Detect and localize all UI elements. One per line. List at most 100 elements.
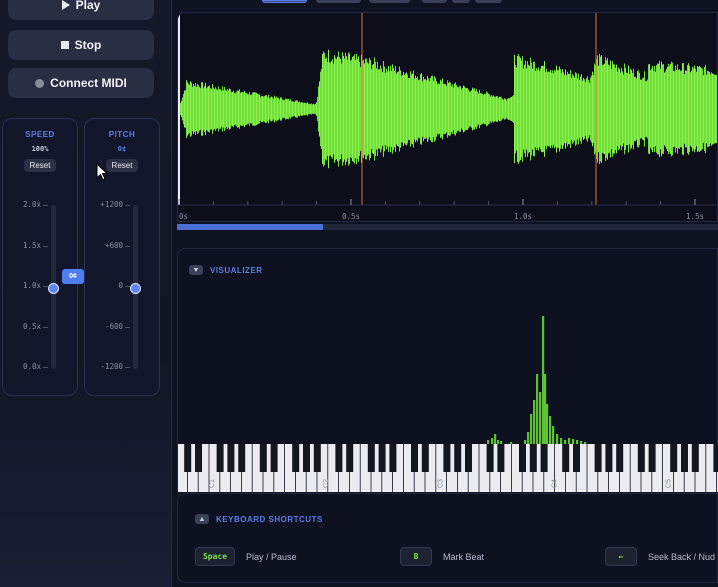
connect-midi-button[interactable]: Connect MIDI	[8, 68, 154, 98]
toolbar-chip-active[interactable]	[262, 0, 307, 3]
pitch-tick-mark	[125, 205, 130, 206]
octave-label: C5	[666, 479, 673, 488]
speed-tick-label: 1.5x	[22, 240, 41, 250]
piano-black-key	[292, 444, 300, 472]
piano-black-key	[303, 444, 310, 472]
spectrum-bar	[568, 438, 571, 444]
stop-button[interactable]: Stop	[8, 30, 154, 60]
pitch-tick-mark	[125, 245, 130, 247]
shortcut-key-space: Space	[195, 547, 235, 566]
piano-black-key	[465, 444, 472, 472]
pitch-tick-mark	[125, 367, 130, 368]
piano-black-key	[378, 444, 386, 472]
pitch-tick-label: +1200	[100, 200, 123, 209]
speed-tick-mark	[43, 205, 48, 206]
speed-tick-label: 0.0x	[22, 362, 41, 371]
speed-panel: SPEED 100% Reset 2.0x 1.5x 1.0x 0.5x 0.0x	[2, 118, 78, 396]
pitch-slider-knob[interactable]	[130, 283, 141, 294]
stop-icon	[60, 41, 69, 49]
piano-black-key	[691, 444, 699, 472]
toolbar-chip[interactable]	[316, 0, 361, 3]
spectrum-bar	[491, 438, 494, 444]
connect-midi-label: Connect MIDI	[50, 76, 127, 90]
piano-black-key	[367, 444, 375, 472]
pitch-tick-label: -600	[104, 321, 123, 331]
waveform-panel[interactable]: 0s 0.5s 1.0s 1.5s	[177, 12, 718, 222]
pitch-tick-label: +600	[104, 240, 123, 250]
spectrum-bar	[564, 440, 567, 444]
piano-black-key	[421, 444, 429, 472]
spectrum-bar	[546, 404, 549, 444]
speed-title: SPEED	[25, 130, 55, 139]
toolbar-chip[interactable]	[422, 0, 447, 3]
toolbar-chip[interactable]	[452, 0, 470, 3]
spectrum-bar	[527, 432, 530, 444]
piano-black-key	[605, 444, 613, 472]
pitch-badge: 0¢	[62, 269, 84, 284]
left-sidebar: Play Stop Connect MIDI SPEED 100% Reset …	[0, 0, 172, 587]
spectrum-bar	[524, 440, 527, 444]
speed-tick-mark	[43, 286, 48, 287]
piano-black-key	[389, 444, 397, 472]
speed-tick-mark	[43, 326, 48, 328]
pitch-value: 0¢	[117, 145, 127, 153]
pitch-reset-button[interactable]: Reset	[106, 159, 138, 172]
mouse-cursor-icon	[96, 163, 108, 181]
piano-black-key	[616, 444, 624, 472]
piano-black-key	[313, 444, 321, 472]
time-label: 1.0s	[514, 212, 532, 221]
speed-tick-mark	[43, 367, 48, 368]
piano-black-key	[713, 444, 718, 472]
stop-button-label: Stop	[74, 38, 102, 52]
spectrum-bar	[539, 392, 542, 444]
piano-black-key	[529, 444, 537, 472]
piano-black-key	[486, 444, 494, 472]
shortcut-desc-seek-back: Seek Back / Nud	[648, 552, 716, 562]
spectrum-bar	[560, 438, 563, 444]
waveform-bars	[179, 49, 717, 169]
spectrum-bar	[542, 316, 545, 444]
time-label: 0s	[179, 212, 188, 221]
speed-reset-button[interactable]: Reset	[24, 159, 56, 172]
midi-status-icon	[35, 78, 45, 88]
play-button-label: Play	[75, 0, 101, 12]
pitch-tick-label: 0	[118, 281, 123, 290]
shortcut-key-left: ←	[605, 547, 637, 566]
speed-slider-knob[interactable]	[48, 283, 59, 294]
shortcut-key-b: B	[400, 547, 432, 566]
spectrum-bar	[536, 374, 539, 444]
piano-black-key	[594, 444, 602, 472]
spectrum-bar	[530, 414, 533, 444]
piano-black-key	[681, 444, 688, 472]
play-icon	[61, 0, 70, 10]
piano-black-key	[637, 444, 645, 472]
shortcuts-toggle-button[interactable]: ▲	[195, 514, 209, 524]
octave-label: C4	[551, 479, 558, 488]
speed-value: 100%	[31, 145, 49, 153]
piano-black-key	[670, 444, 678, 472]
piano-black-key	[346, 444, 354, 472]
toolbar-chip[interactable]	[475, 0, 502, 3]
shortcuts-title: KEYBOARD SHORTCUTS	[216, 515, 323, 524]
spectrum-bar	[494, 434, 497, 444]
piano-black-key	[184, 444, 192, 472]
toolbar-chip[interactable]	[369, 0, 410, 3]
spectrum-bar	[576, 440, 579, 444]
keyboard-shortcuts-panel: ▲ KEYBOARD SHORTCUTS Space Play / Pause …	[177, 493, 718, 583]
play-button[interactable]: Play	[8, 0, 154, 20]
piano-black-key	[411, 444, 418, 472]
piano-black-key	[454, 444, 462, 472]
piano-black-key	[195, 444, 202, 472]
piano-black-key	[648, 444, 656, 472]
spectrum-bar	[552, 426, 555, 444]
spectrum-bar	[497, 440, 500, 444]
pitch-tick-mark	[125, 286, 130, 287]
piano-black-key	[227, 444, 235, 472]
pitch-tick-mark	[125, 326, 130, 328]
piano-black-key	[540, 444, 548, 472]
playback-progress-bar[interactable]	[177, 224, 718, 230]
waveform-canvas[interactable]: 0s 0.5s 1.0s 1.5s	[178, 13, 718, 222]
visualizer-panel: ▼ VISUALIZER C1 C2 C3 C4 C5	[177, 248, 718, 492]
shortcut-desc-mark-beat: Mark Beat	[443, 552, 485, 562]
speed-tick-label: 1.0x	[22, 281, 41, 290]
